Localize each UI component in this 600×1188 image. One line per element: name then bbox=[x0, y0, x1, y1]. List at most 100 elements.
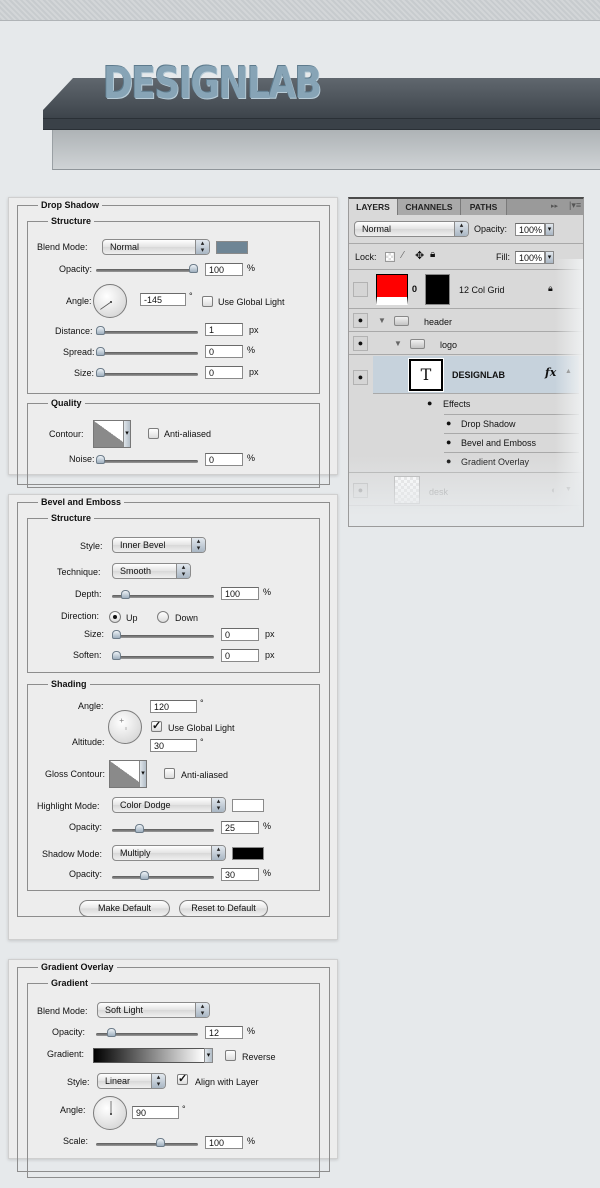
distance-input[interactable]: 1 bbox=[205, 323, 243, 336]
gradient-overlay-panel: Gradient Overlay Gradient Blend Mode: So… bbox=[8, 959, 338, 1178]
slider-thumb[interactable] bbox=[121, 590, 131, 599]
highlight-opacity-unit: % bbox=[263, 821, 272, 831]
angle-altitude-dial[interactable] bbox=[108, 710, 142, 744]
reset-to-default-button[interactable]: Reset to Default bbox=[179, 900, 268, 917]
spread-input[interactable]: 0 bbox=[205, 345, 243, 358]
eye-icon[interactable]: ● bbox=[446, 418, 451, 428]
size-input[interactable]: 0 bbox=[205, 366, 243, 379]
eye-icon[interactable]: ● bbox=[446, 437, 451, 447]
opacity-dropdown-icon[interactable]: ▾ bbox=[545, 223, 554, 236]
gloss-contour-picker[interactable]: ▾ bbox=[109, 760, 147, 788]
highlight-opacity-input[interactable]: 25 bbox=[221, 821, 259, 834]
noise-slider[interactable] bbox=[96, 455, 198, 464]
gloss-anti-aliased-checkbox[interactable] bbox=[164, 768, 175, 779]
size-slider[interactable] bbox=[96, 368, 198, 377]
scale-slider[interactable] bbox=[96, 1138, 198, 1147]
highlight-opacity-slider[interactable] bbox=[112, 824, 214, 833]
shadow-mode-select[interactable]: Multiply ▴ ▾ bbox=[112, 845, 226, 861]
fill-dropdown-icon[interactable]: ▾ bbox=[545, 251, 554, 264]
angle-input[interactable]: -145 bbox=[140, 293, 186, 306]
go-blend-mode-select[interactable]: Soft Light ▴ ▾ bbox=[97, 1002, 210, 1018]
panel-menu-icon[interactable]: |▾≡ bbox=[569, 200, 581, 211]
reverse-checkbox[interactable] bbox=[225, 1050, 236, 1061]
layer-row-header[interactable]: ● ▼ header bbox=[349, 310, 583, 332]
shading-global-light-checkbox[interactable]: ✓ bbox=[151, 721, 162, 732]
layer-blend-mode-select[interactable]: Normal ▴ ▾ bbox=[354, 221, 469, 237]
spread-slider[interactable] bbox=[96, 347, 198, 356]
bevel-size-input[interactable]: 0 bbox=[221, 628, 259, 641]
eye-icon[interactable]: ● bbox=[353, 336, 368, 351]
use-global-light-checkbox[interactable] bbox=[202, 296, 213, 307]
opacity-slider[interactable] bbox=[96, 264, 198, 273]
slider-thumb[interactable] bbox=[107, 1028, 117, 1037]
slider-thumb[interactable] bbox=[96, 326, 105, 335]
fill-input[interactable]: 100% bbox=[515, 251, 545, 264]
layer-row-logo[interactable]: ● ▼ logo bbox=[349, 333, 583, 355]
highlight-mode-select[interactable]: Color Dodge ▴ ▾ bbox=[112, 797, 226, 813]
go-opacity-input[interactable]: 12 bbox=[205, 1026, 243, 1039]
anti-aliased-checkbox[interactable] bbox=[148, 428, 159, 439]
go-angle-input[interactable]: 90 bbox=[132, 1106, 179, 1119]
eye-icon[interactable]: ● bbox=[353, 313, 368, 328]
direction-up-radio[interactable] bbox=[109, 611, 121, 623]
contour-picker[interactable]: ▾ bbox=[93, 420, 131, 448]
slider-thumb[interactable] bbox=[112, 630, 121, 639]
shadow-opacity-input[interactable]: 30 bbox=[221, 868, 259, 881]
tab-layers[interactable]: LAYERS bbox=[349, 199, 398, 215]
eye-icon[interactable]: ● bbox=[353, 370, 368, 385]
slider-thumb[interactable] bbox=[96, 347, 105, 356]
slider-thumb[interactable] bbox=[112, 651, 121, 660]
distance-slider[interactable] bbox=[96, 326, 198, 335]
go-opacity-slider[interactable] bbox=[96, 1028, 198, 1037]
layer-opacity-input[interactable]: 100% bbox=[515, 223, 545, 236]
slider-thumb[interactable] bbox=[96, 368, 105, 377]
gloss-anti-aliased-label: Anti-aliased bbox=[181, 770, 229, 780]
gradient-picker[interactable]: ▾ bbox=[93, 1048, 213, 1063]
expand-triangle-icon[interactable]: ▼ bbox=[394, 339, 402, 348]
slider-thumb[interactable] bbox=[156, 1138, 166, 1147]
slider-thumb[interactable] bbox=[96, 455, 105, 464]
shadow-color-swatch[interactable] bbox=[232, 847, 264, 860]
collapse-icon[interactable]: ▸▸ bbox=[551, 202, 558, 210]
lock-transparent-icon[interactable] bbox=[385, 252, 395, 262]
noise-input[interactable]: 0 bbox=[205, 453, 243, 466]
shadow-opacity-slider[interactable] bbox=[112, 871, 214, 880]
lock-image-brush-icon[interactable]: ⁄ bbox=[402, 250, 404, 261]
slider-thumb[interactable] bbox=[189, 264, 198, 273]
tab-channels[interactable]: CHANNELS bbox=[398, 199, 461, 215]
shadow-color-swatch[interactable] bbox=[216, 241, 248, 254]
direction-down-radio[interactable] bbox=[157, 611, 169, 623]
expand-triangle-icon[interactable]: ▼ bbox=[378, 316, 386, 325]
highlight-color-swatch[interactable] bbox=[232, 799, 264, 812]
fill-label: Fill: bbox=[496, 252, 510, 262]
soften-input[interactable]: 0 bbox=[221, 649, 259, 662]
layer-row-designlab[interactable]: T DESIGNLAB fx ▲ bbox=[373, 356, 579, 394]
shadow-opacity-unit: % bbox=[263, 868, 272, 878]
depth-slider[interactable] bbox=[112, 590, 214, 599]
technique-select[interactable]: Smooth ▴ ▾ bbox=[112, 563, 191, 579]
style-select[interactable]: Inner Bevel ▴ ▾ bbox=[112, 537, 206, 553]
layer-row-12-col-grid[interactable]: 𝟎 12 Col Grid 🔒︎ bbox=[349, 270, 583, 309]
scale-input[interactable]: 100 bbox=[205, 1136, 243, 1149]
effects-row[interactable]: ● Effects bbox=[373, 395, 579, 413]
blend-mode-select[interactable]: Normal ▴ ▾ bbox=[102, 239, 210, 255]
tab-paths[interactable]: PATHS bbox=[461, 199, 507, 215]
slider-thumb[interactable] bbox=[139, 871, 149, 880]
structure-title: Structure bbox=[51, 216, 92, 226]
align-with-layer-checkbox[interactable]: ✓ bbox=[177, 1074, 188, 1085]
slider-thumb[interactable] bbox=[135, 824, 145, 833]
opacity-input[interactable]: 100 bbox=[205, 263, 243, 276]
lock-all-padlock-icon[interactable]: 🔒︎ bbox=[430, 249, 435, 260]
depth-input[interactable]: 100 bbox=[221, 587, 259, 600]
angle-dial[interactable] bbox=[93, 284, 127, 318]
shading-angle-input[interactable]: 120 bbox=[150, 700, 197, 713]
go-angle-dial[interactable] bbox=[93, 1096, 127, 1130]
altitude-input[interactable]: 30 bbox=[150, 739, 197, 752]
lock-position-move-icon[interactable]: ✥ bbox=[415, 249, 424, 262]
bevel-size-slider[interactable] bbox=[112, 630, 214, 639]
eye-icon[interactable]: ● bbox=[427, 398, 432, 408]
make-default-button[interactable]: Make Default bbox=[79, 900, 170, 917]
go-style-select[interactable]: Linear ▴ ▾ bbox=[97, 1073, 166, 1089]
visibility-toggle-empty[interactable] bbox=[353, 282, 368, 297]
soften-slider[interactable] bbox=[112, 651, 214, 660]
